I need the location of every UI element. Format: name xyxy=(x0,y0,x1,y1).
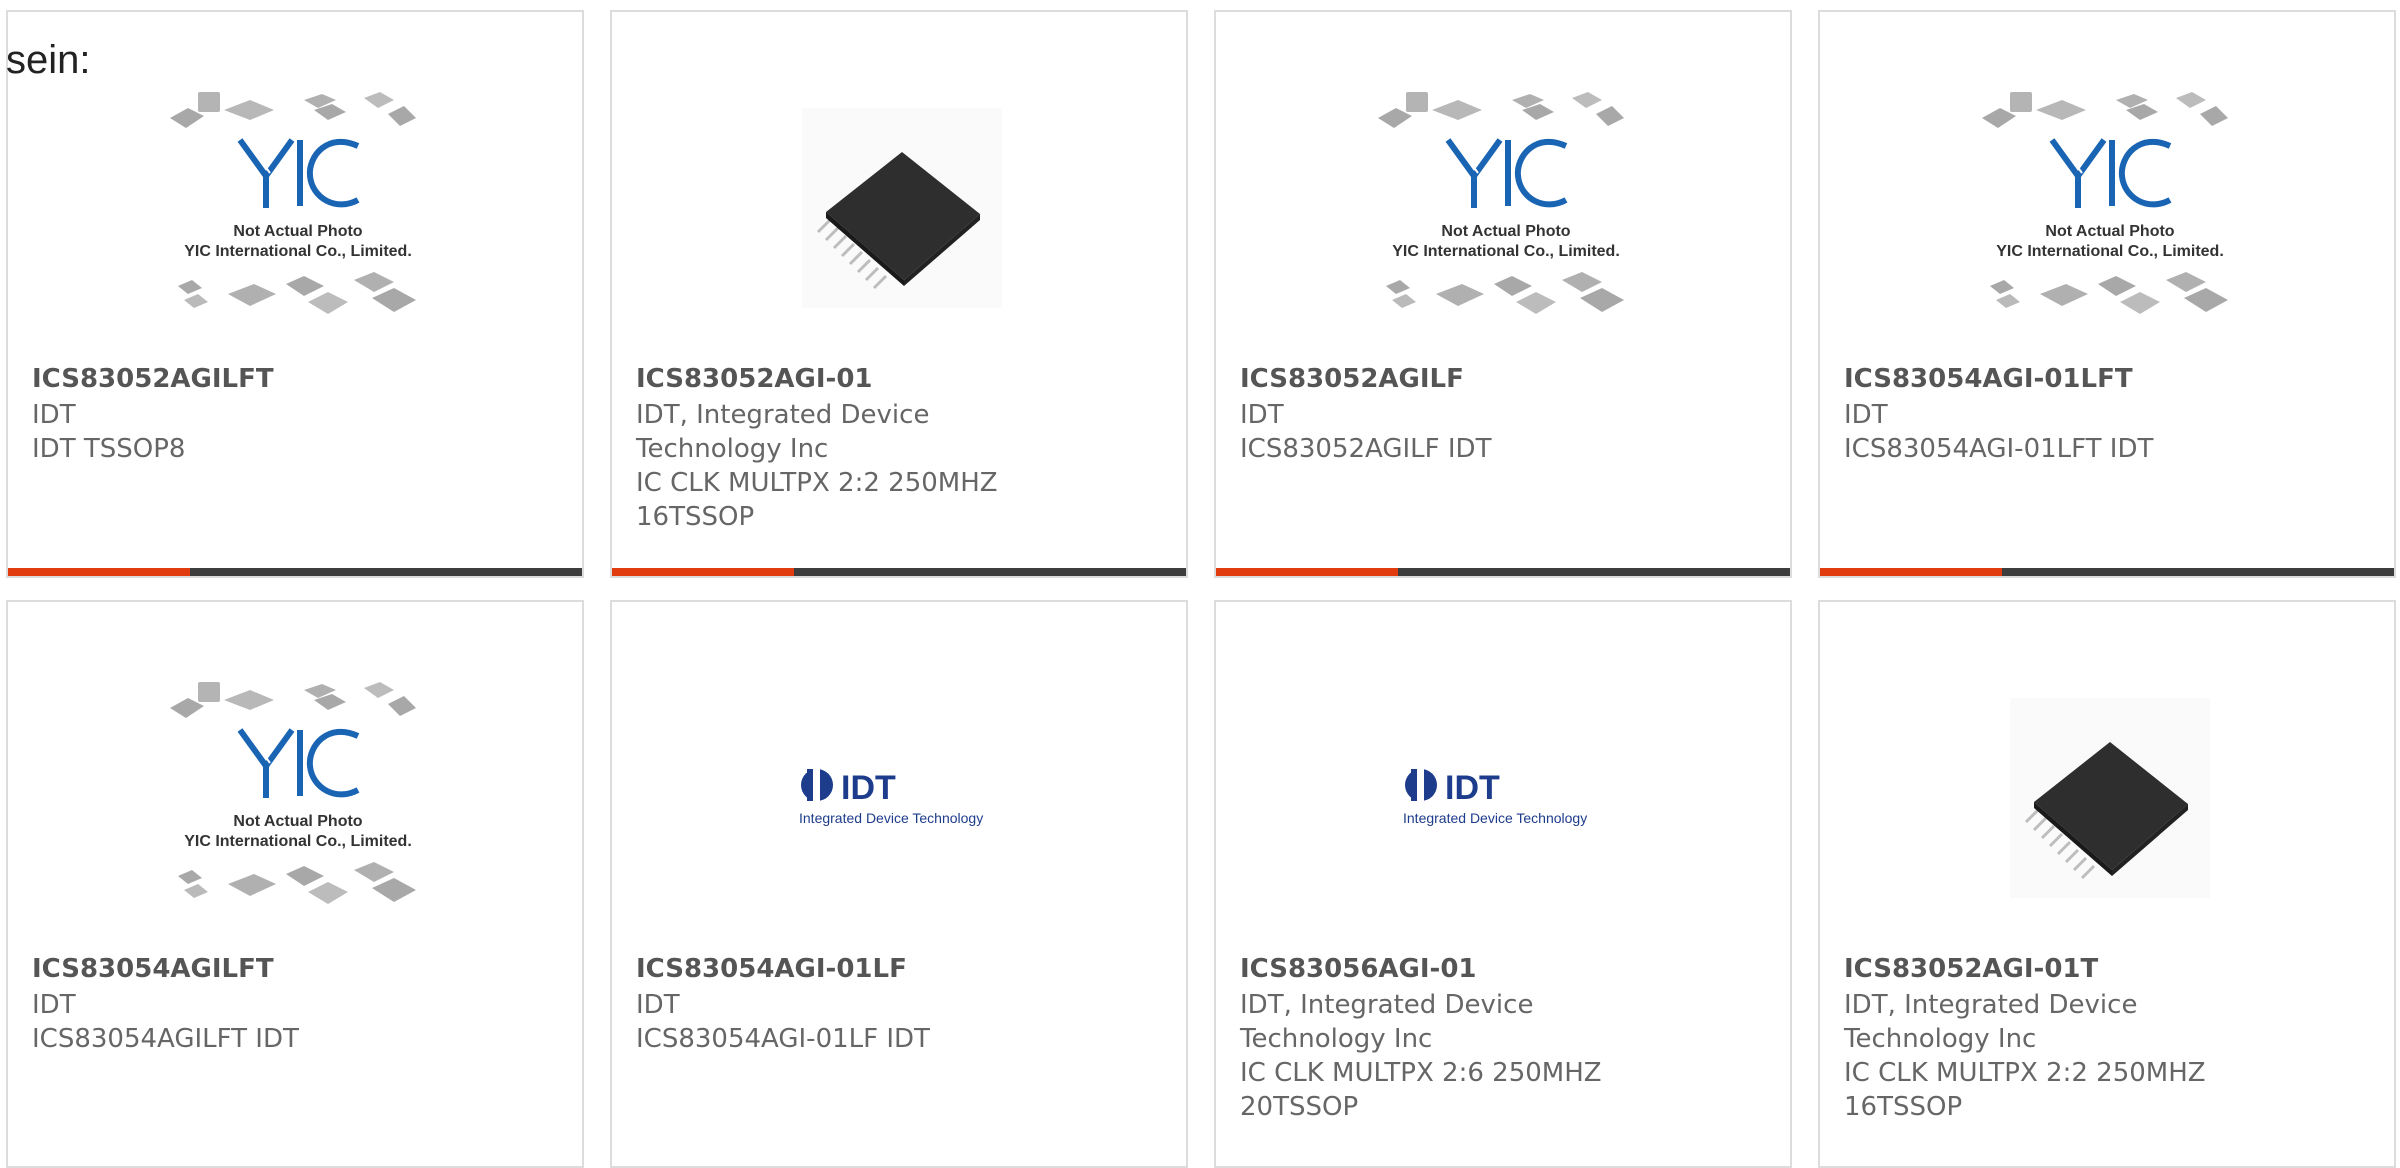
product-thumbnail[interactable]: Not Actual Photo YIC International Co., … xyxy=(1366,80,1646,336)
product-description: IDT ICS83052AGILF IDT xyxy=(1240,398,1750,466)
placeholder-line1: Not Actual Photo xyxy=(1441,223,1570,240)
product-card[interactable]: IDT Integrated Device Technology ICS8305… xyxy=(610,600,1188,1168)
header-text: sein: xyxy=(6,38,91,82)
chip-photo xyxy=(802,108,1002,308)
not-actual-photo-image: Not Actual Photo YIC International Co., … xyxy=(170,682,416,904)
part-number-link[interactable]: ICS83052AGILFT xyxy=(32,364,562,394)
description-line: IDT xyxy=(32,400,76,430)
product-thumbnail[interactable] xyxy=(1970,670,2250,926)
card-hover-bar-accent xyxy=(612,568,794,576)
product-card[interactable]: Not Actual Photo YIC International Co., … xyxy=(1818,10,2396,578)
idt-logo: IDT Integrated Device Technology xyxy=(1403,769,1587,826)
idt-logo: IDT Integrated Device Technology xyxy=(799,769,983,826)
product-card[interactable]: Not Actual Photo YIC International Co., … xyxy=(6,600,584,1168)
description-line: Technology Inc xyxy=(1240,1024,1433,1054)
description-line: IDT xyxy=(636,990,680,1020)
idt-tagline: Integrated Device Technology xyxy=(1403,810,1587,826)
placeholder-line2: YIC International Co., Limited. xyxy=(1996,243,2224,260)
card-hover-bar xyxy=(1216,568,1790,576)
product-thumbnail[interactable]: Not Actual Photo YIC International Co., … xyxy=(158,80,438,336)
product-thumbnail[interactable] xyxy=(762,80,1042,336)
description-line: IDT, Integrated Device xyxy=(636,400,930,430)
description-line: ICS83054AGILFT IDT xyxy=(32,1024,299,1054)
product-card[interactable]: ICS83052AGI-01T IDT, Integrated Device Tec… xyxy=(1818,600,2396,1168)
idt-brand: IDT xyxy=(841,769,896,807)
tssop-chip-image xyxy=(2024,742,2188,880)
idt-brand: IDT xyxy=(1445,769,1500,807)
tssop-chip-image xyxy=(816,152,980,290)
product-description: IDT ICS83054AGI-01LFT IDT xyxy=(1844,398,2354,466)
part-number-link[interactable]: ICS83054AGILFT xyxy=(32,954,562,984)
part-number-link[interactable]: ICS83052AGI-01 xyxy=(636,364,1166,394)
product-thumbnail[interactable]: IDT Integrated Device Technology xyxy=(762,670,1042,926)
product-card[interactable]: Not Actual Photo YIC International Co., … xyxy=(1214,10,1792,578)
product-description: IDT, Integrated Device Technology Inc IC C… xyxy=(1844,988,2354,1124)
product-description: IDT, Integrated Device Technology Inc IC C… xyxy=(1240,988,1750,1124)
description-line: 20TSSOP xyxy=(1240,1092,1359,1122)
product-thumbnail[interactable]: Not Actual Photo YIC International Co., … xyxy=(158,670,438,926)
card-hover-bar-accent xyxy=(1820,568,2002,576)
description-line: IDT xyxy=(1844,400,1888,430)
product-description: IDT ICS83054AGI-01LF IDT xyxy=(636,988,1146,1056)
description-line: Technology Inc xyxy=(636,434,829,464)
description-line: ICS83052AGILF IDT xyxy=(1240,434,1492,464)
product-thumbnail[interactable]: IDT Integrated Device Technology xyxy=(1366,670,1646,926)
part-number-link[interactable]: ICS83054AGI-01LF xyxy=(636,954,1166,984)
not-actual-photo-image: Not Actual Photo YIC International Co., … xyxy=(1378,92,1624,314)
placeholder-line2: YIC International Co., Limited. xyxy=(1392,243,1620,260)
placeholder-line1: Not Actual Photo xyxy=(2045,223,2174,240)
part-number-link[interactable]: ICS83052AGI-01T xyxy=(1844,954,2374,984)
description-line: 16TSSOP xyxy=(636,502,755,532)
description-line: IDT xyxy=(1240,400,1284,430)
product-card[interactable]: Not Actual Photo YIC International Co., … xyxy=(6,10,584,578)
product-description: IDT IDT TSSOP8 xyxy=(32,398,542,466)
description-line: IC CLK MULTPX 2:2 250MHZ xyxy=(1844,1058,2206,1088)
description-line: IC CLK MULTPX 2:2 250MHZ xyxy=(636,468,998,498)
description-line: ICS83054AGI-01LF IDT xyxy=(636,1024,930,1054)
chip-photo xyxy=(2010,698,2210,898)
description-line: ICS83054AGI-01LFT IDT xyxy=(1844,434,2154,464)
part-number-link[interactable]: ICS83054AGI-01LFT xyxy=(1844,364,2374,394)
description-line: Technology Inc xyxy=(1844,1024,2037,1054)
description-line: IDT xyxy=(32,990,76,1020)
not-actual-photo-image: Not Actual Photo YIC International Co., … xyxy=(1982,92,2228,314)
card-hover-bar-accent xyxy=(1216,568,1398,576)
not-actual-photo-image: Not Actual Photo YIC International Co., … xyxy=(170,92,416,314)
card-hover-bar xyxy=(1820,568,2394,576)
idt-tagline: Integrated Device Technology xyxy=(799,810,983,826)
description-line: IDT TSSOP8 xyxy=(32,434,186,464)
description-line: IDT, Integrated Device xyxy=(1844,990,2138,1020)
part-number-link[interactable]: ICS83052AGILF xyxy=(1240,364,1770,394)
description-line: IDT, Integrated Device xyxy=(1240,990,1534,1020)
product-card[interactable]: ICS83052AGI-01 IDT, Integrated Device Tech… xyxy=(610,10,1188,578)
card-hover-bar xyxy=(612,568,1186,576)
card-hover-bar xyxy=(8,568,582,576)
description-line: IC CLK MULTPX 2:6 250MHZ xyxy=(1240,1058,1602,1088)
product-thumbnail[interactable]: Not Actual Photo YIC International Co., … xyxy=(1970,80,2250,336)
description-line: 16TSSOP xyxy=(1844,1092,1963,1122)
product-description: IDT ICS83054AGILFT IDT xyxy=(32,988,542,1056)
product-description: IDT, Integrated Device Technology Inc IC C… xyxy=(636,398,1146,534)
card-hover-bar-accent xyxy=(8,568,190,576)
placeholder-line1: Not Actual Photo xyxy=(233,223,362,240)
part-number-link[interactable]: ICS83056AGI-01 xyxy=(1240,954,1770,984)
product-card[interactable]: IDT Integrated Device Technology ICS8305… xyxy=(1214,600,1792,1168)
placeholder-line1: Not Actual Photo xyxy=(233,813,362,830)
placeholder-line2: YIC International Co., Limited. xyxy=(184,833,412,850)
placeholder-line2: YIC International Co., Limited. xyxy=(184,243,412,260)
